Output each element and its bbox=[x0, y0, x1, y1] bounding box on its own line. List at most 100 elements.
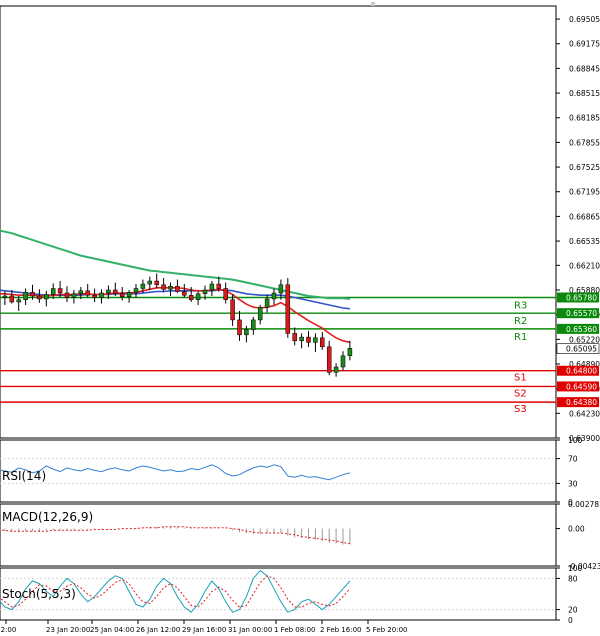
macd-tick-label: 0.00 bbox=[568, 525, 585, 534]
candle-body bbox=[326, 346, 332, 373]
candle-body bbox=[340, 355, 346, 368]
candle-body bbox=[106, 289, 111, 294]
current-price-tag: 0.65095 bbox=[556, 343, 600, 354]
candle-body bbox=[23, 292, 28, 300]
candle-body bbox=[168, 286, 173, 290]
current-price-label: 0.65095 bbox=[566, 345, 597, 354]
candle-body bbox=[251, 319, 256, 330]
candle-body bbox=[16, 299, 21, 303]
rsi-tick-label: 30 bbox=[568, 479, 578, 488]
level-name-s2: S2 bbox=[514, 388, 527, 399]
candle-body bbox=[57, 288, 63, 294]
time-tick-label: 25 Jan 04:00 bbox=[90, 626, 134, 634]
candle-body bbox=[161, 284, 166, 290]
level-name-s1: S1 bbox=[514, 373, 527, 384]
candle-body bbox=[264, 298, 270, 308]
candle-body bbox=[216, 283, 222, 289]
time-tick-label: 2 Feb 16:00 bbox=[320, 626, 361, 634]
candle-body bbox=[299, 336, 304, 342]
candle-body bbox=[99, 292, 104, 298]
stoch-tick-label: 100 bbox=[568, 564, 583, 573]
rsi-label: RSI(14) bbox=[2, 469, 46, 483]
time-tick-label: 26 Jan 12:00 bbox=[136, 626, 180, 634]
stoch-label: Stoch(5,5,3) bbox=[2, 587, 76, 601]
price-panel[interactable]: 0.69505 0.69175 0.68845 0.68515 0.68185 0.678… bbox=[0, 5, 600, 443]
rsi-tick-label: 100 bbox=[568, 436, 583, 445]
level-price-label: 0.65780 bbox=[566, 293, 597, 302]
macd-label: MACD(12,26,9) bbox=[2, 510, 93, 524]
candle-body bbox=[188, 294, 194, 300]
candle-body bbox=[195, 293, 201, 300]
candle-body bbox=[230, 299, 235, 321]
level-price-label: 0.64590 bbox=[566, 382, 597, 391]
candle-body bbox=[113, 289, 118, 295]
time-tick-label: 29 Jan 16:00 bbox=[182, 626, 226, 634]
candle-body bbox=[147, 280, 153, 285]
candle-body bbox=[237, 319, 242, 336]
candle-body bbox=[209, 283, 215, 291]
candle-body bbox=[285, 284, 291, 334]
price-tick-label: 0.64230 bbox=[569, 409, 600, 418]
candle-body bbox=[92, 294, 97, 298]
rsi-panel[interactable]: 10070300 RSI(14) bbox=[0, 436, 583, 507]
candle-body bbox=[133, 288, 139, 293]
level-price-label: 0.64380 bbox=[566, 398, 597, 407]
candle-body bbox=[306, 336, 311, 343]
candle-body bbox=[154, 280, 159, 286]
price-tick-label: 0.68185 bbox=[569, 114, 600, 123]
candle-body bbox=[333, 366, 339, 373]
level-price-label: 0.65570 bbox=[566, 309, 597, 318]
candle-body bbox=[244, 329, 249, 336]
candle-body bbox=[78, 290, 84, 295]
macd-tick-label: 0.002781 bbox=[568, 500, 600, 509]
price-tick-label: 0.67195 bbox=[569, 188, 600, 197]
forex-chart[interactable]: 0.69505 0.69175 0.68845 0.68515 0.68185 0.678… bbox=[0, 0, 600, 636]
candle-body bbox=[2, 295, 8, 298]
candle-body bbox=[119, 293, 125, 297]
price-tick-label: 0.67525 bbox=[569, 163, 600, 172]
level-name-r2: R2 bbox=[514, 316, 527, 327]
rsi-tick-label: 70 bbox=[568, 455, 578, 464]
stoch-tick-label: 80 bbox=[568, 574, 578, 583]
candle-body bbox=[202, 289, 208, 295]
time-tick-label: 23 Jan 20:00 bbox=[46, 626, 90, 634]
level-name-r3: R3 bbox=[514, 300, 527, 311]
candle-body bbox=[85, 290, 90, 296]
level-price-label: 0.65360 bbox=[566, 325, 597, 334]
candle-body bbox=[182, 291, 187, 296]
candle-body bbox=[50, 288, 56, 295]
time-tick-label: 22 Jan 12:00 bbox=[0, 626, 16, 634]
stoch-tick-label: 20 bbox=[568, 606, 578, 615]
candle-body bbox=[9, 295, 15, 303]
stoch-tick-label: 0 bbox=[568, 616, 573, 625]
price-tick-label: 0.66865 bbox=[569, 212, 600, 221]
price-tick-label: 0.65220 bbox=[569, 335, 600, 344]
price-tick-label: 0.69505 bbox=[569, 15, 600, 24]
candle-body bbox=[140, 283, 146, 289]
candle-body bbox=[278, 284, 284, 294]
candle-body bbox=[223, 288, 228, 300]
price-tick-label: 0.69175 bbox=[569, 40, 600, 49]
candle-body bbox=[292, 333, 297, 342]
candle-body bbox=[71, 293, 77, 298]
candle-body bbox=[347, 348, 353, 357]
time-tick-label: 1 Feb 08:00 bbox=[274, 626, 315, 634]
candle-body bbox=[320, 337, 325, 348]
candle-body bbox=[126, 292, 132, 297]
candle-body bbox=[175, 286, 180, 292]
candle-body bbox=[257, 306, 263, 321]
level-name-r1: R1 bbox=[514, 332, 527, 343]
candle-body bbox=[30, 292, 35, 297]
candle-body bbox=[313, 337, 318, 343]
price-tick-label: 0.68845 bbox=[569, 64, 600, 73]
time-tick-label: 31 Jan 00:00 bbox=[228, 626, 272, 634]
candle-body bbox=[64, 292, 70, 298]
price-tick-label: 0.67855 bbox=[569, 138, 600, 147]
macd-panel[interactable]: 0.0027810.00-0.004236 MACD(12,26,9) bbox=[0, 500, 600, 571]
stoch-panel[interactable]: 10080 200 Stoch(5,5,3) bbox=[0, 564, 583, 625]
scroll-marker bbox=[371, 2, 375, 6]
candle-body bbox=[271, 292, 277, 300]
level-name-s3: S3 bbox=[514, 404, 527, 415]
price-tick-label: 0.68515 bbox=[569, 89, 600, 98]
time-tick-label: 5 Feb 20:00 bbox=[366, 626, 407, 634]
